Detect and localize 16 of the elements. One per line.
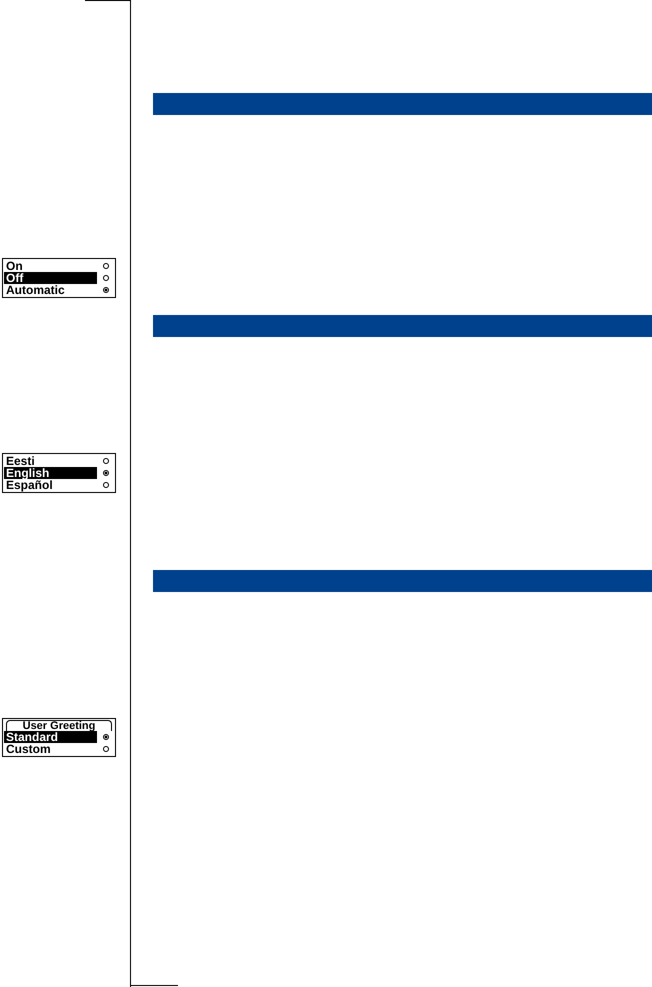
radio-button[interactable] <box>103 482 109 488</box>
radio-button[interactable] <box>103 734 109 740</box>
radio-button[interactable] <box>103 458 109 464</box>
menu-option[interactable]: Automatic <box>4 284 67 296</box>
menu-option[interactable]: On <box>4 260 25 272</box>
radio-button[interactable] <box>103 470 109 476</box>
menu-option[interactable]: Off <box>4 272 97 284</box>
menu-option[interactable]: English <box>4 467 97 479</box>
radio-button[interactable] <box>103 275 109 281</box>
radio-button[interactable] <box>103 746 109 752</box>
menu-option[interactable]: Standard <box>4 731 97 743</box>
radio-button[interactable] <box>103 287 109 293</box>
menu-option[interactable]: Custom <box>4 743 53 755</box>
menu-option[interactable]: Eesti <box>4 455 37 467</box>
radio-button[interactable] <box>103 263 109 269</box>
menu-option[interactable]: Español <box>4 479 55 491</box>
